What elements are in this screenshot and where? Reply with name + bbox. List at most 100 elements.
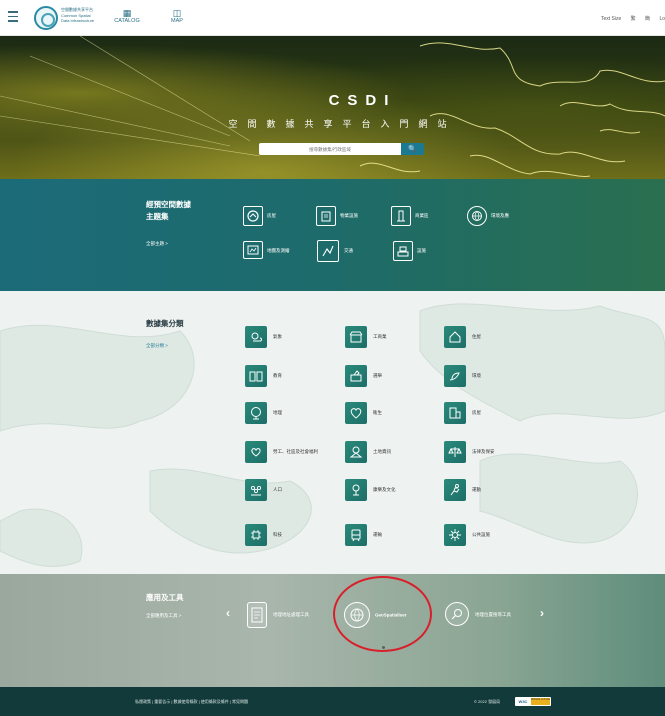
category-label: 公共設施 bbox=[472, 532, 490, 537]
menu-icon[interactable] bbox=[8, 11, 22, 23]
shop-icon bbox=[345, 326, 367, 348]
lang-simplified-button[interactable]: 簡 bbox=[645, 16, 650, 22]
category-tile[interactable]: 工商業 bbox=[345, 326, 400, 348]
themes-title-line: 主題集 bbox=[146, 212, 169, 221]
category-tile[interactable]: 科技 bbox=[245, 524, 300, 546]
theme-label: 物業設施 bbox=[340, 213, 358, 218]
theme-tile[interactable]: 設施 bbox=[393, 241, 433, 261]
footer-links[interactable]: 私隱政策 | 重要告示 | 數據使用條款 | 使用條款及條件 | 常見問題 bbox=[135, 699, 248, 705]
law-icon bbox=[444, 441, 466, 463]
chevron-left-icon[interactable]: ‹ bbox=[226, 606, 230, 620]
background-map-art bbox=[0, 303, 665, 567]
theme-tile[interactable]: 環境及應 bbox=[467, 206, 517, 226]
category-tile[interactable]: 法律及保安 bbox=[444, 441, 504, 463]
text-size-button[interactable]: Text Size bbox=[601, 16, 621, 22]
footer: 私隱政策 | 重要告示 | 數據使用條款 | 使用條款及條件 | 常見問題 © … bbox=[0, 687, 665, 716]
theme-tile[interactable]: 商業區 bbox=[391, 206, 436, 226]
themes-title: 經預空間數據 主題集 bbox=[146, 199, 191, 223]
category-label: 勞工、社區及社會福利 bbox=[273, 449, 318, 454]
carousel-indicator[interactable] bbox=[382, 646, 385, 649]
login-button[interactable]: Lo bbox=[659, 16, 665, 22]
category-tile[interactable]: 環境 bbox=[444, 365, 499, 387]
utility-icon bbox=[444, 524, 466, 546]
welfare-icon bbox=[245, 441, 267, 463]
nav-map[interactable]: ◫ MAP bbox=[156, 8, 198, 24]
top-right-links: Text Size 繁 簡 Lo bbox=[601, 15, 665, 22]
building-icon bbox=[444, 402, 466, 424]
globe-icon bbox=[467, 206, 487, 226]
themes-title-line: 經預空間數據 bbox=[146, 200, 191, 209]
nav-catalog[interactable]: ▦ CATALOG bbox=[106, 8, 148, 24]
theme-tile[interactable]: 地圖及測繪 bbox=[243, 241, 293, 261]
theme-tile[interactable]: 物業設施 bbox=[316, 206, 371, 226]
category-tile[interactable]: 康樂及文化 bbox=[345, 479, 405, 501]
app-label: 地理地址處理工具 bbox=[273, 612, 309, 617]
address-tool-icon bbox=[247, 602, 267, 628]
category-label: 房屋 bbox=[472, 410, 481, 415]
category-tile[interactable]: 人口 bbox=[245, 479, 300, 501]
category-label: 氣象 bbox=[273, 334, 282, 339]
category-tile[interactable]: 運輸 bbox=[345, 524, 400, 546]
theme-tile[interactable]: 房屋 bbox=[243, 206, 288, 226]
housing-icon bbox=[243, 206, 263, 226]
hero-banner: CSDI 空間數據共享平台入門網站 🔍 bbox=[0, 36, 665, 179]
category-label: 住屋 bbox=[472, 334, 481, 339]
apps-view-all-link[interactable]: 全部應用及工具 > bbox=[146, 613, 181, 619]
housing-icon bbox=[444, 326, 466, 348]
w3c-badge-text: W3C bbox=[516, 698, 530, 705]
app-tile[interactable]: 地理地址處理工具 bbox=[247, 602, 327, 628]
theme-label: 環境及應 bbox=[491, 213, 509, 218]
location-search-icon bbox=[445, 602, 469, 626]
categories-view-all-link[interactable]: 全部分類 > bbox=[146, 343, 168, 349]
category-label: 選舉 bbox=[373, 373, 382, 378]
category-label: 工商業 bbox=[373, 334, 387, 339]
theme-label: 設施 bbox=[417, 248, 426, 253]
category-tile[interactable]: 選舉 bbox=[345, 365, 400, 387]
search-input[interactable] bbox=[259, 143, 401, 155]
category-tile[interactable]: 衞生 bbox=[345, 402, 400, 424]
search-button[interactable]: 🔍 bbox=[401, 143, 424, 155]
ballot-icon bbox=[345, 365, 367, 387]
category-tile[interactable]: 勞工、社區及社會福利 bbox=[245, 441, 345, 463]
themes-view-all-link[interactable]: 全部主題 > bbox=[146, 241, 168, 247]
category-label: 運動 bbox=[472, 487, 481, 492]
category-label: 運輸 bbox=[373, 532, 382, 537]
building-icon bbox=[316, 206, 336, 226]
hero-subtitle: 空間數據共享平台入門網站 bbox=[228, 119, 457, 129]
lang-traditional-button[interactable]: 繁 bbox=[631, 16, 636, 22]
logo-text: 空間數據共享平台 Common Spatial Data Infrastruct… bbox=[61, 7, 101, 24]
logo-emblem bbox=[34, 6, 58, 30]
nav-map-label: MAP bbox=[171, 18, 183, 24]
population-icon bbox=[245, 479, 267, 501]
category-tile[interactable]: 公共設施 bbox=[444, 524, 504, 546]
category-tile[interactable]: 土地資訊 bbox=[345, 441, 405, 463]
wcag-badge[interactable]: W3C WCAG 2.0 AA bbox=[515, 697, 551, 706]
theme-tile[interactable]: 交通 bbox=[317, 240, 362, 262]
grid-icon: ▦ bbox=[122, 8, 132, 18]
category-tile[interactable]: 教育 bbox=[245, 365, 300, 387]
technology-icon bbox=[245, 524, 267, 546]
land-icon bbox=[345, 441, 367, 463]
category-label: 科技 bbox=[273, 532, 282, 537]
transport-icon bbox=[345, 524, 367, 546]
csdi-logo[interactable]: 空間數據共享平台 Common Spatial Data Infrastruct… bbox=[34, 6, 94, 30]
category-label: 衞生 bbox=[373, 410, 382, 415]
category-tile[interactable]: 房屋 bbox=[444, 402, 499, 424]
category-tile[interactable]: 氣象 bbox=[245, 326, 300, 348]
category-tile[interactable]: 地理 bbox=[245, 402, 300, 424]
category-tile[interactable]: 住屋 bbox=[444, 326, 499, 348]
theme-label: 房屋 bbox=[267, 213, 276, 218]
category-tile[interactable]: 運動 bbox=[444, 479, 499, 501]
book-icon bbox=[245, 365, 267, 387]
search-bar: 🔍 bbox=[259, 143, 424, 155]
category-label: 環境 bbox=[472, 373, 481, 378]
app-tile[interactable]: 地理位置搜尋工具 bbox=[445, 602, 525, 628]
chevron-right-icon[interactable]: › bbox=[540, 606, 544, 620]
category-label: 康樂及文化 bbox=[373, 487, 396, 492]
map-board-icon bbox=[243, 241, 263, 259]
logo-line: Data Infrastructure bbox=[61, 18, 95, 24]
weather-icon bbox=[245, 326, 267, 348]
app-label: 地理位置搜尋工具 bbox=[475, 612, 511, 617]
category-label: 教育 bbox=[273, 373, 282, 378]
apps-title: 應用及工具 bbox=[146, 593, 184, 602]
